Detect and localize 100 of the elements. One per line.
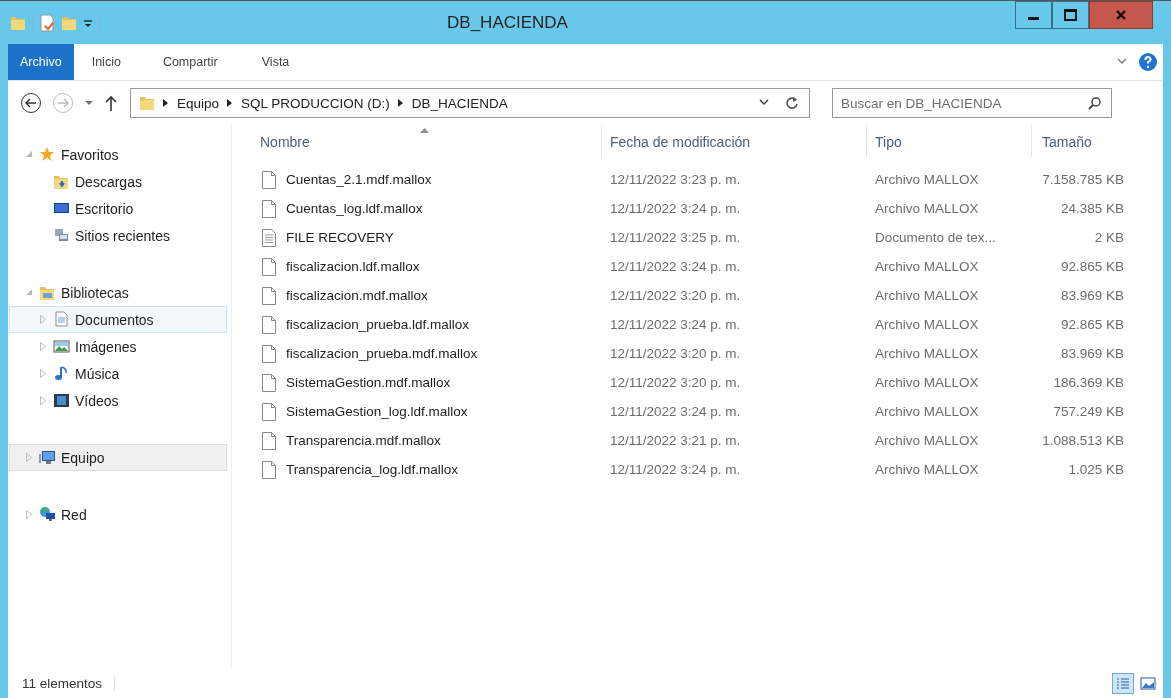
table-cell-text: 12/11/2022 3:24 p. m. bbox=[609, 259, 742, 274]
address-bar[interactable]: Equipo SQL PRODUCCION (D:) DB_HACIENDA bbox=[130, 88, 810, 118]
breadcrumb-arrow-icon[interactable] bbox=[163, 98, 169, 108]
folder-icon bbox=[139, 94, 155, 112]
table-cell-text: 92.865 KB bbox=[1059, 259, 1125, 274]
breadcrumb[interactable]: Equipo bbox=[177, 95, 220, 111]
table-cell-text: Archivo MALLOX bbox=[874, 288, 980, 303]
details-view-button[interactable] bbox=[1112, 672, 1134, 694]
column-header[interactable]: Tipo bbox=[867, 125, 1032, 157]
nav-item[interactable]: Sitios recientes bbox=[9, 222, 227, 249]
file-name[interactable]: fiscalizacion.mdf.mallox bbox=[286, 288, 428, 303]
table-cell-text: 1.088.513 KB bbox=[1041, 433, 1125, 448]
star-icon bbox=[39, 146, 56, 163]
column-header[interactable]: Fecha de modificación bbox=[602, 125, 867, 157]
chevron-icon[interactable] bbox=[759, 99, 769, 107]
folder-icon bbox=[53, 173, 70, 190]
dropdown-icon[interactable] bbox=[84, 99, 94, 107]
help-icon[interactable] bbox=[1139, 53, 1157, 71]
table-cell-text: 12/11/2022 3:21 p. m. bbox=[609, 433, 742, 448]
computer-icon bbox=[39, 449, 56, 466]
breadcrumb-arrow-icon[interactable] bbox=[397, 98, 404, 108]
file-icon bbox=[262, 257, 276, 276]
picture-icon bbox=[53, 338, 70, 355]
breadcrumb[interactable]: SQL PRODUCCION (D:) bbox=[241, 95, 390, 111]
breadcrumb-arrow-icon[interactable] bbox=[227, 98, 234, 108]
table-cell-text: 12/11/2022 3:24 p. m. bbox=[609, 317, 742, 332]
table-cell-text: 92.865 KB bbox=[1059, 317, 1125, 332]
file-name[interactable]: Transparencia.mdf.mallox bbox=[286, 433, 441, 448]
ribbon-tab[interactable]: Compartir bbox=[136, 44, 234, 80]
nav-item[interactable]: Vídeos bbox=[9, 387, 227, 414]
minimize-button[interactable] bbox=[1015, 1, 1052, 29]
table-cell-text: 1.025 KB bbox=[1067, 462, 1125, 477]
back-icon[interactable] bbox=[20, 92, 42, 114]
folder-icon bbox=[39, 284, 56, 301]
table-cell-text: Archivo MALLOX bbox=[874, 375, 980, 390]
nav-item[interactable]: Música bbox=[9, 360, 227, 387]
computer-icon bbox=[53, 227, 70, 244]
table-cell-text: 83.969 KB bbox=[1059, 288, 1125, 303]
ribbon-tab[interactable]: Vista bbox=[233, 44, 306, 80]
table-cell-text: 24.385 KB bbox=[1059, 201, 1125, 216]
nav-item[interactable]: Bibliotecas bbox=[9, 279, 227, 306]
file-name[interactable]: fiscalizacion.ldf.mallox bbox=[286, 259, 420, 274]
refresh-icon[interactable] bbox=[785, 96, 799, 110]
file-icon bbox=[262, 402, 276, 421]
file-icon bbox=[262, 199, 276, 218]
column-header[interactable]: Tamaño bbox=[1032, 125, 1132, 157]
table-cell-text: 7.158.785 KB bbox=[1041, 172, 1125, 187]
file-icon bbox=[262, 460, 276, 479]
table-cell-text: Archivo MALLOX bbox=[874, 404, 980, 419]
table-cell-text: 2 KB bbox=[1093, 230, 1125, 245]
maximize-button[interactable] bbox=[1052, 1, 1089, 29]
nav-item[interactable]: Documentos bbox=[9, 306, 227, 333]
table-cell-text: 12/11/2022 3:24 p. m. bbox=[609, 404, 742, 419]
nav-item[interactable]: Descargas bbox=[9, 168, 227, 195]
table-cell-text: 83.969 KB bbox=[1059, 346, 1125, 361]
table-cell-text: 12/11/2022 3:20 p. m. bbox=[609, 288, 742, 303]
nav-item[interactable]: Equipo bbox=[9, 444, 227, 471]
file-icon bbox=[262, 286, 276, 305]
table-cell-text: Archivo MALLOX bbox=[874, 346, 980, 361]
nav-item[interactable]: Favoritos bbox=[9, 141, 227, 168]
file-name[interactable]: Transparencia_log.ldf.mallox bbox=[286, 462, 459, 477]
file-name[interactable]: fiscalizacion_prueba.mdf.mallox bbox=[286, 346, 478, 361]
table-cell-text: 12/11/2022 3:24 p. m. bbox=[609, 201, 742, 216]
picture-icon bbox=[1139, 674, 1157, 692]
music-note-icon bbox=[53, 365, 70, 382]
table-cell-text: 12/11/2022 3:24 p. m. bbox=[609, 462, 742, 477]
table-cell-text: Archivo MALLOX bbox=[874, 462, 980, 477]
ribbon-tab[interactable]: Inicio bbox=[73, 44, 137, 80]
table-cell-text: 12/11/2022 3:25 p. m. bbox=[609, 230, 742, 245]
file-name[interactable]: Cuentas_2.1.mdf.mallox bbox=[286, 172, 432, 187]
close-icon bbox=[1115, 9, 1127, 21]
nav-item[interactable]: Imágenes bbox=[9, 333, 227, 360]
table-cell-text: 757.249 KB bbox=[1052, 404, 1125, 419]
window-title: DB_HACIENDA bbox=[446, 12, 569, 33]
nav-item[interactable]: Escritorio bbox=[9, 195, 227, 222]
file-name[interactable]: fiscalizacion_prueba.ldf.mallox bbox=[286, 317, 470, 332]
item-count: 11 elementos bbox=[22, 675, 116, 691]
table-cell-text: Documento de tex... bbox=[874, 230, 997, 245]
file-icon bbox=[262, 373, 276, 392]
breadcrumb[interactable]: DB_HACIENDA bbox=[411, 95, 508, 111]
nav-item[interactable]: Red bbox=[9, 501, 227, 528]
file-icon bbox=[262, 170, 276, 189]
text-file-icon bbox=[262, 228, 276, 247]
film-icon bbox=[53, 392, 70, 409]
file-name[interactable]: Cuentas_log.ldf.mallox bbox=[286, 201, 423, 216]
document-icon bbox=[53, 311, 70, 328]
table-cell-text: 186.369 KB bbox=[1052, 375, 1125, 390]
properties-icon[interactable] bbox=[39, 13, 55, 32]
close-button[interactable] bbox=[1089, 1, 1153, 29]
file-name[interactable]: FILE RECOVERY bbox=[286, 230, 394, 245]
up-arrow-icon[interactable] bbox=[104, 94, 118, 112]
file-name[interactable]: SistemaGestion_log.ldf.mallox bbox=[286, 404, 468, 419]
search-field[interactable]: Buscar en DB_HACIENDA bbox=[832, 88, 1112, 118]
file-name[interactable]: SistemaGestion.mdf.mallox bbox=[286, 375, 451, 390]
table-cell-text: 12/11/2022 3:20 p. m. bbox=[609, 375, 742, 390]
column-header[interactable]: Nombre bbox=[252, 125, 602, 157]
table-cell-text: Archivo MALLOX bbox=[874, 259, 980, 274]
ribbon-tab[interactable]: Archivo bbox=[8, 44, 74, 80]
table-cell-text: Archivo MALLOX bbox=[874, 201, 980, 216]
file-icon bbox=[262, 344, 276, 363]
